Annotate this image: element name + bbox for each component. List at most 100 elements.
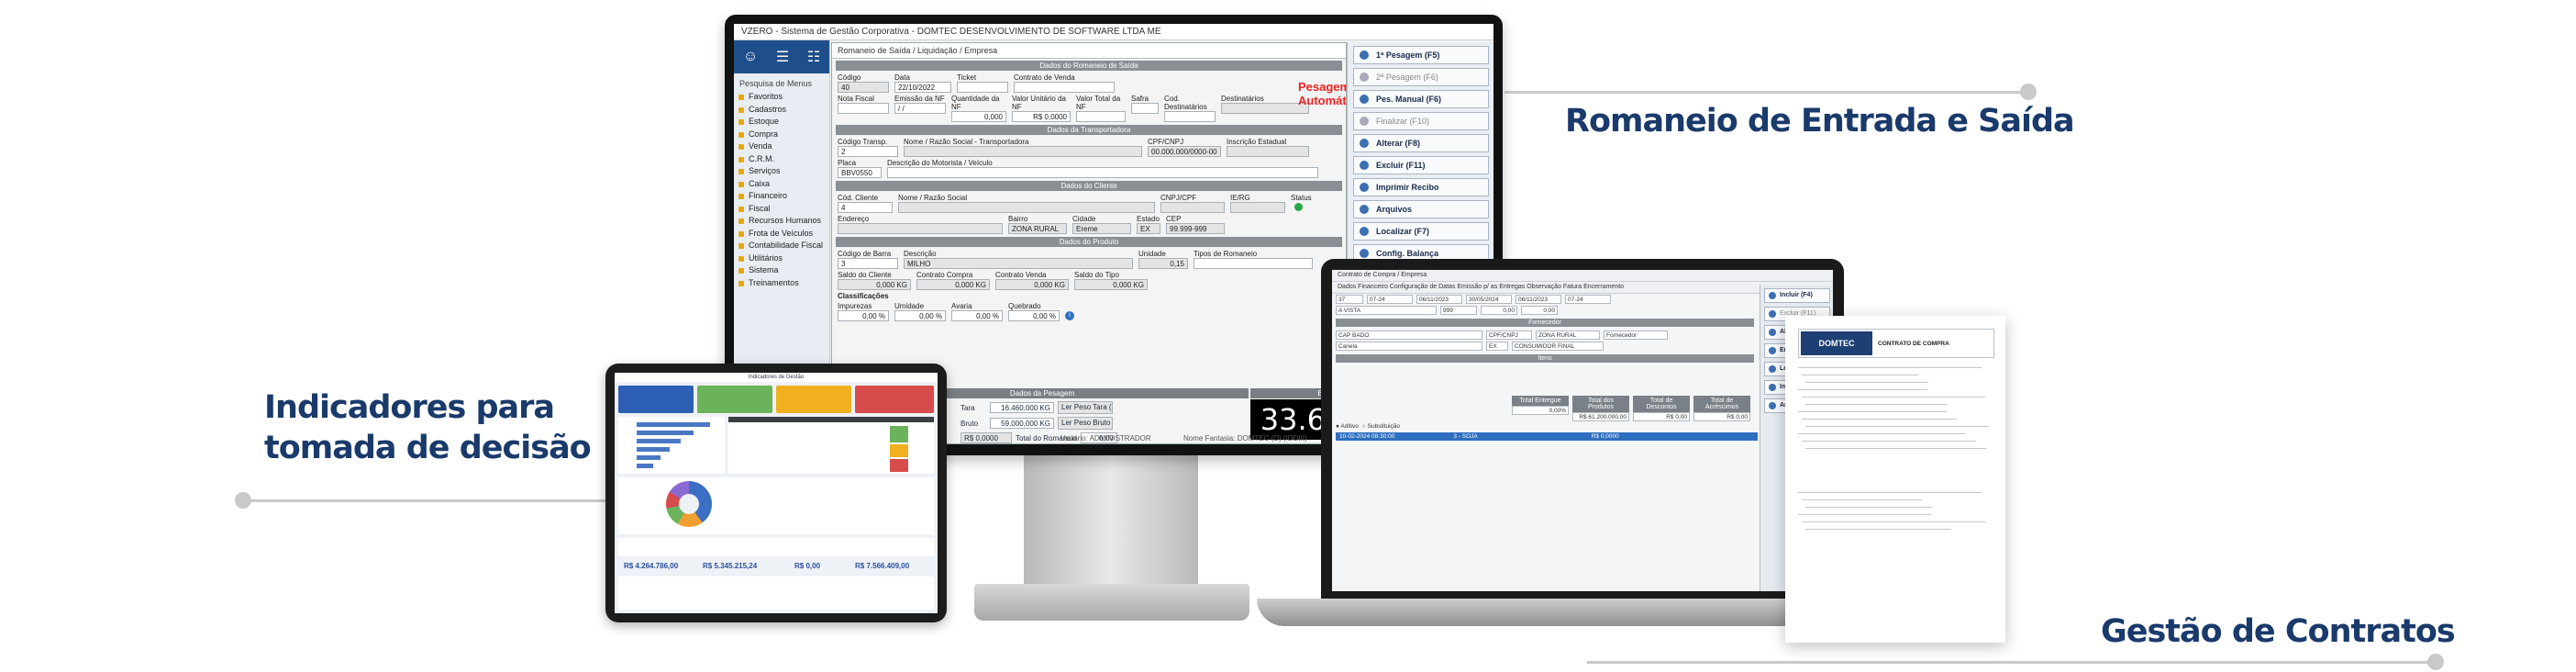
nav-item[interactable]: Treinamentos	[734, 277, 829, 290]
transportadora-code-field[interactable]: 2	[838, 146, 898, 157]
fornecedor-cidade-field[interactable]: Canela	[1336, 342, 1482, 351]
action-button[interactable]: Pes. Manual (F6)	[1353, 90, 1489, 108]
valor-total-field[interactable]	[1076, 111, 1126, 122]
contract-action-button[interactable]: Incluir (F4)	[1764, 288, 1830, 303]
preco-field[interactable]: R$ 0,0000	[960, 432, 1012, 443]
valor-unitario-field[interactable]: R$ 0,0000	[1012, 111, 1071, 122]
contrato-compra-field[interactable]: 0,000 KG	[916, 279, 990, 290]
data-field[interactable]: 22/10/2022	[894, 82, 951, 93]
cliente-code-field[interactable]: 4	[838, 202, 893, 213]
action-button[interactable]: Alterar (F8)	[1353, 134, 1489, 152]
transportadora-ie-field[interactable]	[1227, 146, 1309, 157]
tara-field[interactable]: 16.460,000 KG	[990, 402, 1054, 413]
nav-item[interactable]: Recursos Humanos	[734, 215, 829, 228]
quebrado-field[interactable]: 0,00 %	[1008, 310, 1060, 321]
contract-date1-field[interactable]: 06/11/2023	[1416, 295, 1462, 304]
contrato-venda-field[interactable]: 0,000 KG	[995, 279, 1069, 290]
kpi-card-red[interactable]	[855, 386, 934, 413]
avaria-field[interactable]: 0,00 %	[951, 310, 1003, 321]
nav-item[interactable]: Sistema	[734, 264, 829, 277]
nav-item[interactable]: C.R.M.	[734, 153, 829, 166]
quantidade-field[interactable]: 0,000	[951, 111, 1006, 122]
estado-field[interactable]: EX	[1137, 223, 1160, 234]
produto-descricao-field[interactable]: MILHO	[904, 258, 1133, 269]
safra-field[interactable]	[1131, 103, 1159, 114]
valor2-field[interactable]: 0,00	[1521, 306, 1558, 315]
fornecedor-tipo-field[interactable]: Fornecedor	[1604, 330, 1668, 340]
contract-tabs[interactable]: Dados Financeiro Configuração de Datas E…	[1332, 282, 1833, 294]
tipos-romaneio-select[interactable]	[1194, 258, 1313, 269]
umidade-field[interactable]: 0,00 %	[894, 310, 946, 321]
unidade-field[interactable]: 0,15	[1138, 258, 1188, 269]
users-icon[interactable]: ☺	[743, 49, 758, 65]
ler-peso-bruto-button[interactable]: Ler Peso Bruto (F4)	[1058, 417, 1113, 430]
contract-ref-field[interactable]: 07-24	[1565, 295, 1611, 304]
action-button[interactable]: Finalizar (F10)	[1353, 112, 1489, 130]
fornecedor-name-field[interactable]: CAP BADO	[1336, 330, 1482, 340]
bairro-field[interactable]: ZONA RURAL	[1008, 223, 1067, 234]
ticket-field[interactable]	[957, 82, 1008, 93]
endereco-field[interactable]	[838, 223, 1003, 234]
action-button[interactable]: Imprimir Recibo	[1353, 178, 1489, 196]
motorista-field[interactable]	[887, 167, 1318, 178]
contract-grid-row[interactable]: 10-02-2024 08:30:00 3 - SOJA R$ 0,0000	[1336, 432, 1758, 441]
nav-item[interactable]: Cadastros	[734, 104, 829, 117]
action-button[interactable]: Arquivos	[1353, 200, 1489, 218]
prazo-field[interactable]: 999	[1440, 306, 1477, 315]
contract-date3-field[interactable]: 06/11/2023	[1516, 295, 1561, 304]
nav-item[interactable]: Contabilidade Fiscal	[734, 240, 829, 252]
nav-item[interactable]: Favoritos	[734, 91, 829, 104]
field-label: Contrato Venda	[995, 271, 1047, 279]
ler-peso-tara-button[interactable]: Ler Peso Tara (F3)	[1058, 401, 1113, 414]
action-button[interactable]: 2ª Pesagem (F6)	[1353, 68, 1489, 86]
nav-item[interactable]: Fiscal	[734, 203, 829, 216]
nav-item[interactable]: Venda	[734, 140, 829, 153]
nota-fiscal-field[interactable]	[838, 103, 889, 114]
nav-item[interactable]: Utilitários	[734, 252, 829, 265]
saldo-tipo-field[interactable]: 0,000 KG	[1074, 279, 1148, 290]
codigo-barra-field[interactable]: 3	[838, 258, 898, 269]
nav-item[interactable]: Compra	[734, 129, 829, 141]
cliente-name-field[interactable]	[898, 202, 1155, 213]
info-icon[interactable]: i	[1065, 311, 1074, 320]
substituicao-checkbox[interactable]: ○ Substituição	[1362, 423, 1400, 430]
placa-field[interactable]: BBV0550	[838, 167, 882, 178]
contract-date2-field[interactable]: 30/05/2024	[1466, 295, 1512, 304]
impurezas-field[interactable]: 0,00 %	[838, 310, 889, 321]
menu-icon[interactable]: ☰	[776, 48, 789, 66]
cod-destinatarios-field[interactable]	[1164, 111, 1216, 122]
kpi-card-blue[interactable]	[618, 386, 694, 413]
bruto-field[interactable]: 59.000,000 KG	[990, 418, 1054, 429]
fornecedor-estado-field[interactable]: EX	[1486, 342, 1508, 351]
action-button[interactable]: Localizar (F7)	[1353, 222, 1489, 241]
action-button[interactable]: Excluir (F11)	[1353, 156, 1489, 174]
cliente-ie-field[interactable]	[1230, 202, 1285, 213]
destinatarios-field[interactable]	[1221, 103, 1309, 114]
nav-item[interactable]: Frota de Veículos	[734, 228, 829, 241]
codigo-field[interactable]: 40	[838, 82, 889, 93]
kpi-card-yellow[interactable]	[776, 386, 851, 413]
nav-item[interactable]: Financeiro	[734, 190, 829, 203]
contract-nf-field[interactable]: 07-24	[1367, 295, 1413, 304]
saldo-cliente-field[interactable]: 0,000 KG	[838, 279, 911, 290]
list-icon[interactable]: ☷	[807, 48, 820, 66]
action-button[interactable]: 1ª Pesagem (F5)	[1353, 46, 1489, 64]
cep-field[interactable]: 99.999-999	[1166, 223, 1225, 234]
contrato-field[interactable]	[1014, 82, 1115, 93]
nav-item[interactable]: Serviços	[734, 165, 829, 178]
transportadora-cpf-field[interactable]: 00.000.000/0000-00	[1148, 146, 1221, 157]
cliente-cnpj-field[interactable]	[1160, 202, 1225, 213]
fornecedor-bairro-field[interactable]: ZONA RURAL	[1536, 330, 1600, 340]
fornecedor-tipo-final-field[interactable]: CONSUMIDOR FINAL	[1512, 342, 1604, 351]
nav-item[interactable]: Estoque	[734, 116, 829, 129]
kpi-card-green[interactable]	[697, 386, 772, 413]
emissao-field[interactable]: / /	[894, 103, 946, 114]
contract-code-field[interactable]: 37	[1336, 295, 1363, 304]
nav-item[interactable]: Caixa	[734, 178, 829, 191]
valor1-field[interactable]: 0,00	[1481, 306, 1517, 315]
payment-condition-field[interactable]: A VISTA	[1336, 306, 1437, 315]
transportadora-name-field[interactable]	[904, 146, 1142, 157]
aditivo-checkbox[interactable]: ● Aditivo	[1336, 423, 1359, 430]
cidade-field[interactable]: Ereme	[1072, 223, 1131, 234]
section-romaneio: Dados do Romaneio de Saída	[836, 61, 1342, 71]
